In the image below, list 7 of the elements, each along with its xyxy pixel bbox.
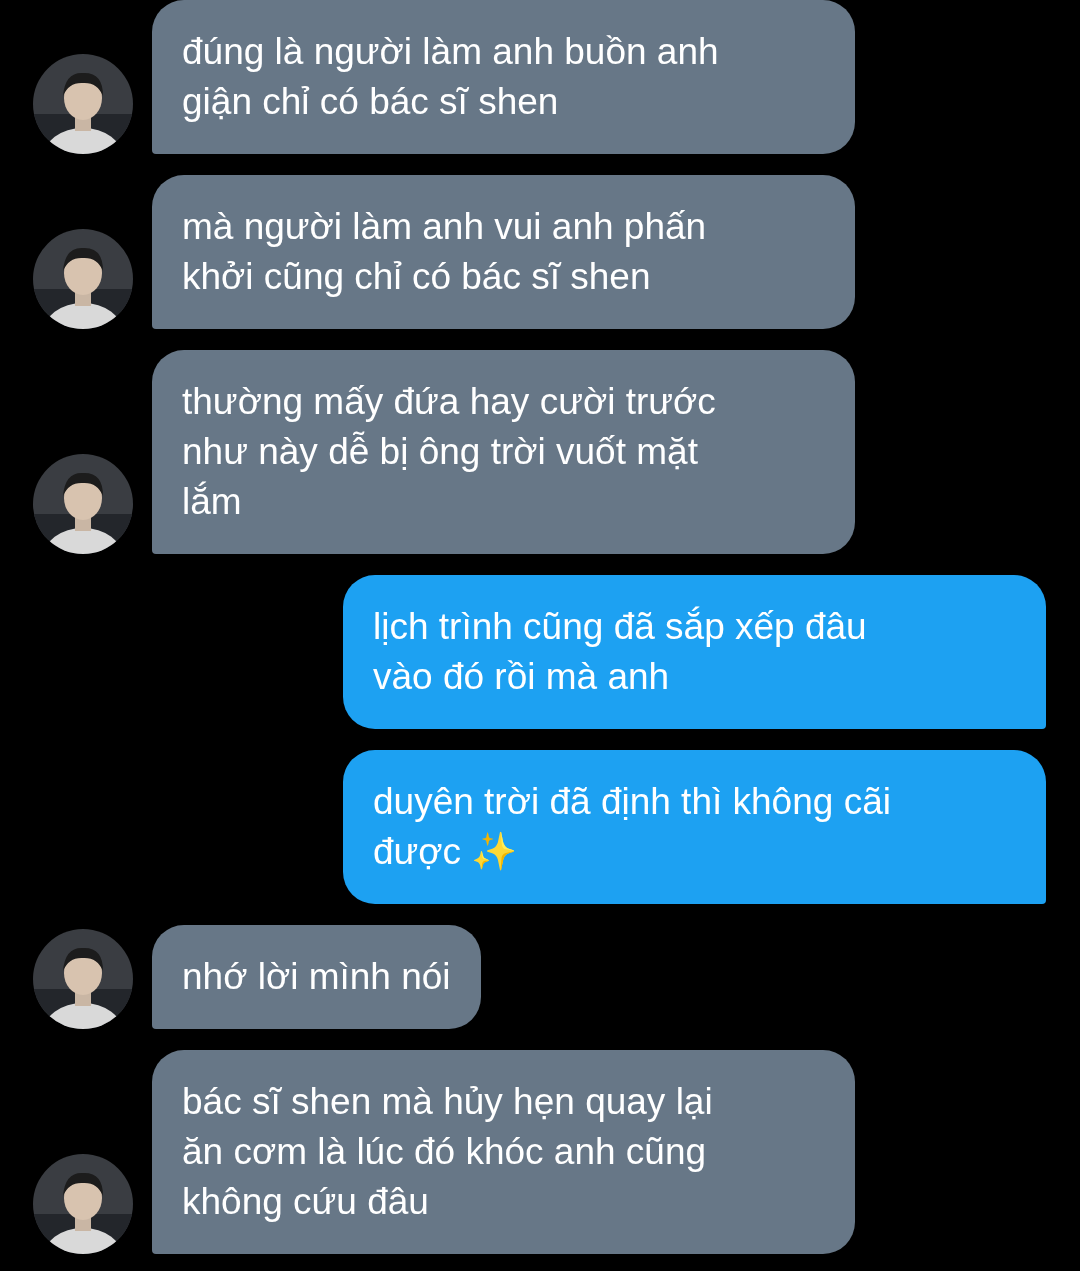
sent-message: duyên trời đã định thì không cãi được ✨: [343, 750, 1046, 904]
received-message: đúng là người làm anh buồn anh giận chỉ có bác sĩ shen: [152, 0, 855, 154]
received-message: mà người làm anh vui anh phấn khởi cũng chỉ có bác sĩ shen: [152, 175, 855, 329]
received-message: bác sĩ shen mà hủy hẹn quay lại ăn cơm là lúc đó khóc anh cũng không cứu đâu: [152, 1050, 855, 1254]
sent-message: lịch trình cũng đã sắp xếp đâu vào đó rồi mà anh: [343, 575, 1046, 729]
received-message: thường mấy đứa hay cười trước như này dễ bị ông trời vuốt mặt lắm: [152, 350, 855, 554]
received-message: nhớ lời mình nói: [152, 925, 481, 1029]
